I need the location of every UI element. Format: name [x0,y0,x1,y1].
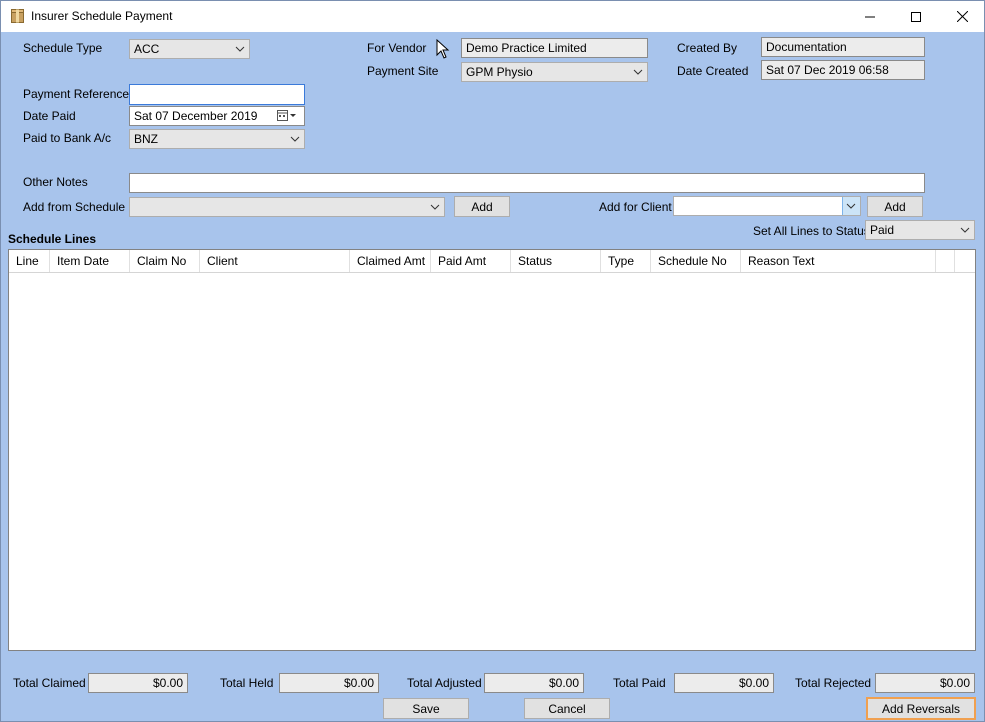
total-claimed-field: $0.00 [88,673,188,693]
add-for-client-label: Add for Client [599,200,672,214]
chevron-down-icon [290,136,300,142]
add-from-schedule-label: Add from Schedule [23,200,126,214]
column-header-status[interactable]: Status [511,250,601,272]
date-paid-picker[interactable]: Sat 07 December 2019 [129,106,305,126]
column-header-claimed-amt[interactable]: Claimed Amt [350,250,431,272]
minimize-icon [865,16,875,17]
add-for-client-select[interactable] [673,196,861,216]
column-header-client[interactable]: Client [200,250,350,272]
other-notes-input[interactable] [129,173,925,193]
date-paid-label: Date Paid [23,109,76,123]
set-all-status-label: Set All Lines to Status [753,224,870,238]
calendar-icon[interactable] [277,110,299,122]
package-icon [11,9,24,23]
payment-site-select[interactable]: GPM Physio [461,62,648,82]
total-rejected-field: $0.00 [875,673,975,693]
column-header-claim-no[interactable]: Claim No [130,250,200,272]
column-header-type[interactable]: Type [601,250,651,272]
created-by-label: Created By [677,41,738,55]
paid-to-bank-value: BNZ [134,132,158,146]
maximize-button[interactable] [893,1,939,32]
maximize-icon [911,11,921,22]
insurer-schedule-payment-window: Insurer Schedule Payment Schedule Type A… [0,0,985,722]
total-adjusted-field: $0.00 [484,673,584,693]
add-for-client-button[interactable]: Add [867,196,923,217]
total-held-field: $0.00 [279,673,379,693]
for-vendor-label: For Vendor [367,41,427,55]
for-vendor-field: Demo Practice Limited [461,38,648,58]
total-adjusted-label: Total Adjusted [407,676,482,690]
chevron-down-icon [960,227,970,233]
schedule-type-value: ACC [134,42,160,56]
payment-site-label: Payment Site [367,64,439,78]
schedule-lines-title: Schedule Lines [8,232,97,246]
schedule-type-select[interactable]: ACC [129,39,250,59]
chevron-down-icon [235,46,245,52]
created-by-value: Documentation [766,40,847,54]
add-reversals-button[interactable]: Add Reversals [866,697,976,720]
for-vendor-value: Demo Practice Limited [466,41,587,55]
payment-reference-input[interactable] [129,84,305,105]
date-created-value: Sat 07 Dec 2019 06:58 [766,63,889,77]
column-header-reason-text[interactable]: Reason Text [741,250,936,272]
column-header-paid-amt[interactable]: Paid Amt [431,250,511,272]
column-header-schedule-no[interactable]: Schedule No [651,250,741,272]
cancel-button[interactable]: Cancel [524,698,610,719]
column-header-item-date[interactable]: Item Date [50,250,130,272]
paid-to-bank-label: Paid to Bank A/c [23,131,112,145]
total-rejected-label: Total Rejected [795,676,872,690]
chevron-down-icon [846,203,856,209]
grid-header: Line Item Date Claim No Client Claimed A… [9,250,975,273]
add-from-schedule-button[interactable]: Add [454,196,510,217]
window-title: Insurer Schedule Payment [31,9,173,23]
add-for-client-dropdown-button[interactable] [842,197,860,215]
date-paid-value: Sat 07 December 2019 [134,109,258,123]
chevron-down-icon [633,69,643,75]
payment-reference-label: Payment Reference [23,87,130,101]
set-all-status-value: Paid [870,223,895,237]
total-held-label: Total Held [220,676,274,690]
column-header-line[interactable]: Line [9,250,50,272]
set-all-status-select[interactable]: Paid [865,220,975,240]
save-button[interactable]: Save [383,698,469,719]
other-notes-label: Other Notes [23,175,88,189]
column-header-spacer [936,250,955,272]
close-icon [956,11,968,22]
date-created-field: Sat 07 Dec 2019 06:58 [761,60,925,80]
total-claimed-label: Total Claimed [13,676,86,690]
total-paid-field: $0.00 [674,673,774,693]
created-by-field: Documentation [761,37,925,57]
add-from-schedule-select[interactable] [129,197,445,217]
title-bar: Insurer Schedule Payment [1,1,984,32]
payment-site-value: GPM Physio [466,65,533,79]
close-button[interactable] [939,1,985,32]
schedule-lines-grid[interactable]: Line Item Date Claim No Client Claimed A… [8,249,976,651]
mouse-cursor-icon [436,39,450,59]
schedule-type-label: Schedule Type [23,41,103,55]
chevron-down-icon [430,204,440,210]
paid-to-bank-select[interactable]: BNZ [129,129,305,149]
date-created-label: Date Created [677,64,749,78]
total-paid-label: Total Paid [613,676,666,690]
minimize-button[interactable] [847,1,893,32]
